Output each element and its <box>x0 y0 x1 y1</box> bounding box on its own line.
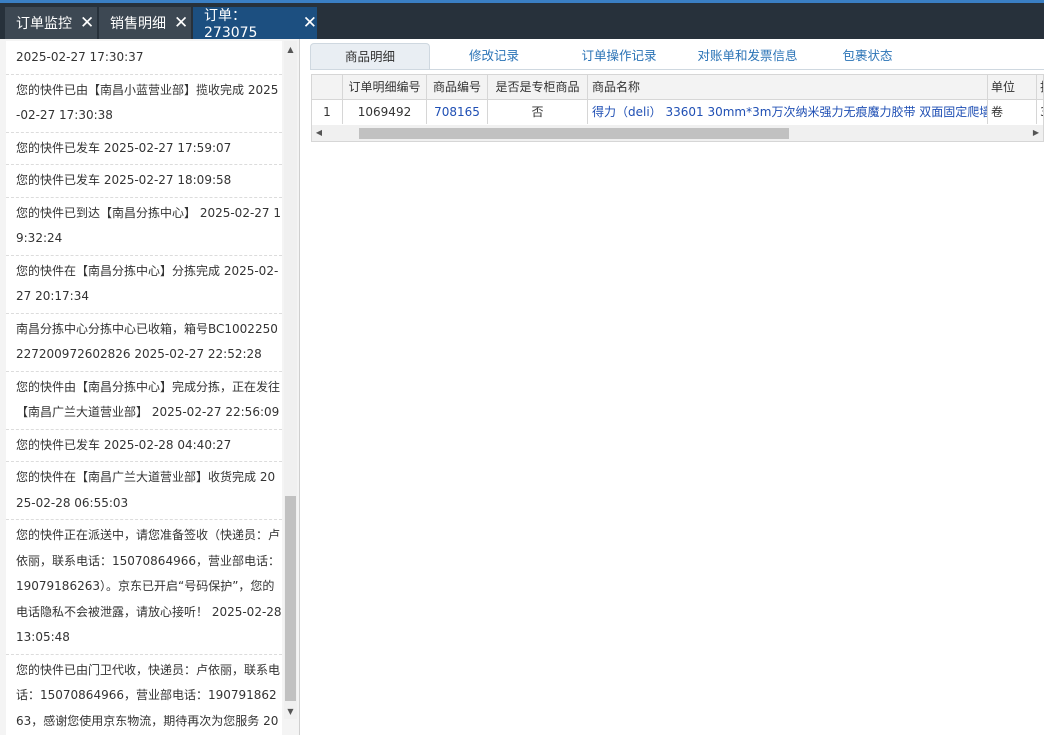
list-item: 您的快件已发车 2025-02-28 04:40:27 <box>6 430 282 462</box>
tab-order-detail[interactable]: 订单：273075 ✕ <box>193 7 317 41</box>
tab-change-log[interactable]: 修改记录 <box>440 43 548 69</box>
scroll-right-icon[interactable]: ▶ <box>1029 125 1043 141</box>
tab-package-status[interactable]: 包裹状态 <box>820 43 915 69</box>
header-truncated[interactable]: 折 <box>1037 75 1043 99</box>
list-item: 您的快件正在派送中，请您准备签收（快递员：卢依丽，联系电话：1507086496… <box>6 520 282 655</box>
tab-statement-invoice[interactable]: 对账单和发票信息 <box>685 43 810 69</box>
list-item: 您的快件已到达【南昌分拣中心】 2025-02-27 19:32:24 <box>6 198 282 256</box>
tracking-panel: 2025-02-27 17:30:37 您的快件已由【南昌小蓝营业部】揽收完成 … <box>0 39 300 735</box>
header-product-name[interactable]: 商品名称 <box>588 75 988 99</box>
cell-product-code[interactable]: 708165 <box>427 100 488 124</box>
cell-product-name[interactable]: 得力（deli） 33601 30mm*3m万次纳米强力无痕魔力胶带 双面固定爬… <box>588 100 988 124</box>
close-icon[interactable]: ✕ <box>80 13 94 33</box>
cell-truncated: 3 <box>1037 100 1043 124</box>
tab-order-monitor[interactable]: 订单监控 ✕ <box>5 7 97 39</box>
order-detail-panel: 商品明细 修改记录 订单操作记录 对账单和发票信息 包裹状态 订单明细编号 商品… <box>304 39 1044 735</box>
cell-counter-product: 否 <box>488 100 588 124</box>
vertical-scrollbar[interactable]: ▲ ▼ <box>284 41 297 719</box>
detail-tabs: 商品明细 修改记录 订单操作记录 对账单和发票信息 包裹状态 <box>310 43 1044 70</box>
scroll-thumb[interactable] <box>359 128 789 139</box>
cell-unit: 卷 <box>988 100 1037 124</box>
tracking-list[interactable]: 2025-02-27 17:30:37 您的快件已由【南昌小蓝营业部】揽收完成 … <box>6 41 282 735</box>
row-index: 1 <box>312 100 343 124</box>
product-grid: 订单明细编号 商品编号 是否是专柜商品 商品名称 单位 折 1 1069492 … <box>311 74 1044 142</box>
list-item: 您的快件由【南昌分拣中心】完成分拣，正在发往【南昌广兰大道营业部】 2025-0… <box>6 372 282 430</box>
list-item: 您的快件已发车 2025-02-27 17:59:07 <box>6 133 282 165</box>
tab-product-detail[interactable]: 商品明细 <box>310 43 430 69</box>
header-product-code[interactable]: 商品编号 <box>427 75 488 99</box>
list-item: 您的快件已发车 2025-02-27 18:09:58 <box>6 165 282 198</box>
scroll-up-icon[interactable]: ▲ <box>284 43 297 57</box>
header-detail-id[interactable]: 订单明细编号 <box>343 75 427 99</box>
list-item: 您的快件已由门卫代收，快递员：卢依丽，联系电话：15070864966，营业部电… <box>6 655 282 735</box>
list-item: 2025-02-27 17:30:37 <box>6 41 282 75</box>
cell-detail-id: 1069492 <box>343 100 427 124</box>
scroll-down-icon[interactable]: ▼ <box>284 705 297 719</box>
table-row[interactable]: 1 1069492 708165 否 得力（deli） 33601 30mm*3… <box>312 100 1043 124</box>
list-item: 您的快件在【南昌广兰大道营业部】收货完成 2025-02-28 06:55:03 <box>6 462 282 520</box>
list-item: 您的快件已由【南昌小蓝营业部】揽收完成 2025-02-27 17:30:38 <box>6 75 282 133</box>
list-item: 南昌分拣中心分拣中心已收箱，箱号BC1002250227200972602826… <box>6 314 282 372</box>
top-tab-bar: 订单监控 ✕ 销售明细 ✕ 订单：273075 ✕ <box>0 0 1044 41</box>
list-item: 您的快件在【南昌分拣中心】分拣完成 2025-02-27 20:17:34 <box>6 256 282 314</box>
tab-sales-detail[interactable]: 销售明细 ✕ <box>99 7 191 39</box>
table-header: 订单明细编号 商品编号 是否是专柜商品 商品名称 单位 折 <box>312 75 1043 100</box>
tab-label: 订单：273075 <box>204 8 258 41</box>
tab-operation-log[interactable]: 订单操作记录 <box>560 43 678 69</box>
scroll-left-icon[interactable]: ◀ <box>312 125 326 141</box>
tab-label: 销售明细 <box>110 16 166 32</box>
close-icon[interactable]: ✕ <box>174 13 188 33</box>
horizontal-scrollbar[interactable]: ◀ ▶ <box>312 125 1043 141</box>
header-index <box>312 75 343 99</box>
scroll-thumb[interactable] <box>285 496 296 701</box>
header-counter-product[interactable]: 是否是专柜商品 <box>488 75 588 99</box>
close-icon[interactable]: ✕ <box>303 13 317 33</box>
header-unit[interactable]: 单位 <box>988 75 1037 99</box>
tab-label: 订单监控 <box>16 16 72 32</box>
